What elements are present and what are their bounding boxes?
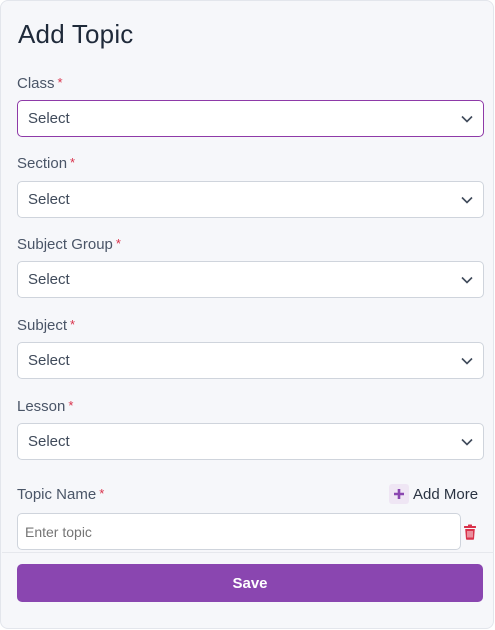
section-select-value: Select: [28, 191, 70, 208]
required-marker: *: [70, 155, 76, 170]
section-label-text: Section: [17, 155, 68, 172]
class-label-text: Class: [17, 75, 55, 92]
chevron-down-icon: [461, 355, 473, 367]
chevron-down-icon: [461, 436, 473, 448]
required-marker: *: [57, 75, 63, 90]
subject-group-select[interactable]: Select: [17, 261, 484, 298]
required-marker: *: [99, 486, 105, 501]
chevron-down-icon: [461, 274, 473, 286]
required-marker: *: [115, 236, 121, 251]
subject-label: Subject *: [17, 317, 75, 334]
lesson-label-text: Lesson: [17, 398, 66, 415]
chevron-down-icon: [461, 113, 473, 125]
chevron-down-icon: [461, 194, 473, 206]
required-marker: *: [68, 398, 74, 413]
section-select[interactable]: Select: [17, 181, 484, 218]
page-title: Add Topic: [18, 19, 134, 49]
divider: [2, 552, 494, 553]
add-topic-card: Add Topic Class * Select Section * Select …: [0, 0, 494, 629]
subject-label-text: Subject: [17, 317, 68, 334]
subject-group-label-text: Subject Group: [17, 236, 113, 253]
lesson-select[interactable]: Select: [17, 423, 484, 460]
subject-group-select-value: Select: [28, 271, 70, 288]
save-button[interactable]: Save: [17, 564, 483, 602]
add-more-label: Add More: [413, 485, 479, 503]
class-label: Class *: [17, 75, 63, 92]
subject-select-value: Select: [28, 352, 70, 369]
class-select-value: Select: [28, 110, 70, 127]
topic-name-label-text: Topic Name: [17, 486, 97, 503]
topic-name-input[interactable]: [17, 513, 461, 550]
plus-icon: [389, 484, 409, 504]
subject-select[interactable]: Select: [17, 342, 484, 379]
subject-group-label: Subject Group *: [17, 236, 121, 253]
trash-icon[interactable]: [463, 524, 477, 540]
topic-name-label: Topic Name *: [17, 486, 104, 503]
class-select[interactable]: Select: [17, 100, 484, 137]
lesson-label: Lesson *: [17, 398, 73, 415]
section-label: Section *: [17, 155, 75, 172]
lesson-select-value: Select: [28, 433, 70, 450]
add-more-button[interactable]: Add More: [389, 484, 478, 504]
required-marker: *: [70, 317, 76, 332]
